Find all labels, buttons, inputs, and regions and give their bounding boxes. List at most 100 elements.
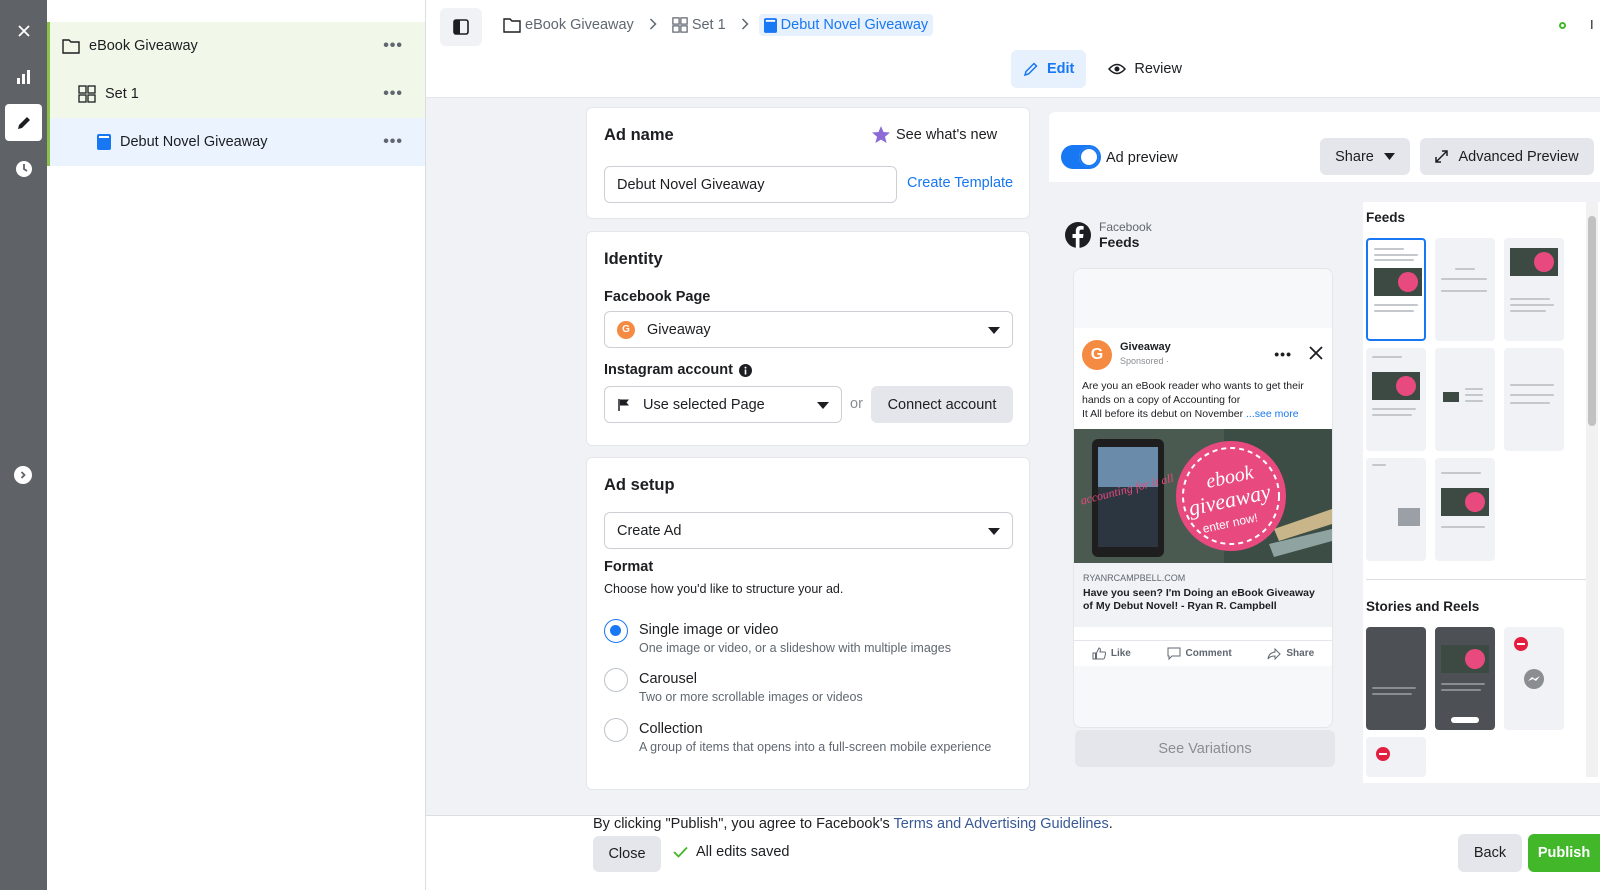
link-preview-bar[interactable]: RYANRCAMPBELL.COM Have you seen? I'm Doi… — [1074, 563, 1332, 627]
breadcrumb: eBook Giveaway Set 1 Debut Novel Giveawa… — [498, 14, 934, 36]
ad-preview-label: Ad preview — [1106, 150, 1178, 166]
ig-label: Instagram account — [604, 362, 733, 378]
tree-item-campaign[interactable]: eBook Giveaway ••• — [47, 22, 425, 70]
format-option-title: Carousel — [639, 671, 698, 687]
fb-page-select[interactable]: G Giveaway — [604, 311, 1013, 348]
whats-new-link[interactable]: See what's new — [872, 126, 997, 143]
blocked-icon — [1514, 637, 1528, 651]
see-variations-button[interactable]: See Variations — [1075, 730, 1335, 767]
placement-thumb[interactable] — [1435, 458, 1495, 561]
tab-review-label: Review — [1134, 61, 1182, 77]
terms-link[interactable]: Terms and Advertising Guidelines — [894, 816, 1109, 832]
ad-icon — [763, 17, 777, 33]
connect-account-button[interactable]: Connect account — [871, 386, 1013, 423]
chevron-right-icon — [741, 17, 749, 33]
edit-pencil-icon[interactable] — [5, 104, 42, 141]
adset-name: Set 1 — [105, 86, 139, 102]
adset-grid-icon — [78, 85, 96, 103]
comment-icon — [1167, 647, 1181, 660]
comment-action[interactable]: Comment — [1167, 647, 1232, 660]
close-icon[interactable] — [1309, 346, 1323, 360]
close-button[interactable]: Close — [593, 836, 661, 872]
folder-icon — [503, 18, 521, 33]
ad-name: Debut Novel Giveaway — [120, 134, 268, 150]
identity-card: Identity Facebook Page G Giveaway Instag… — [586, 231, 1030, 446]
see-more-link[interactable]: ...see more — [1246, 408, 1299, 420]
create-template-link[interactable]: Create Template — [907, 175, 1013, 191]
status-dot-icon — [1559, 22, 1566, 29]
post-text-line: hands on a copy of Accounting for — [1082, 394, 1241, 406]
caret-down-icon — [1383, 153, 1395, 160]
ad-icon — [97, 134, 111, 150]
campaign-name: eBook Giveaway — [89, 38, 198, 54]
comment-label: Comment — [1185, 648, 1232, 659]
bottom-bar: By clicking "Publish", you agree to Face… — [426, 815, 1600, 890]
publish-button[interactable]: Publish — [1528, 834, 1600, 872]
ad-setup-value: Create Ad — [617, 522, 682, 539]
reporting-icon[interactable] — [5, 58, 42, 95]
ig-account-select[interactable]: Use selected Page — [604, 386, 842, 423]
post-more-icon[interactable]: ••• — [1274, 346, 1292, 362]
identity-title: Identity — [604, 250, 663, 268]
placement-thumb[interactable] — [1366, 627, 1426, 730]
ad-preview-toggle[interactable] — [1061, 145, 1101, 169]
tab-edit-label: Edit — [1047, 61, 1075, 77]
placement-label: Feeds — [1099, 234, 1140, 250]
tab-edit[interactable]: Edit — [1011, 50, 1087, 88]
placement-thumb[interactable] — [1435, 348, 1495, 451]
format-option-title: Single image or video — [639, 622, 779, 638]
whats-new-label: See what's new — [896, 126, 998, 143]
stories-title: Stories and Reels — [1366, 599, 1480, 614]
crumb-adset[interactable]: Set 1 — [667, 14, 731, 36]
format-radio-carousel[interactable] — [604, 668, 628, 692]
ad-name-input[interactable]: Debut Novel Giveaway — [604, 166, 897, 203]
placement-thumb[interactable] — [1366, 348, 1426, 451]
placement-thumb[interactable] — [1435, 238, 1495, 341]
ad-setup-select[interactable]: Create Ad — [604, 512, 1013, 549]
placement-thumb[interactable] — [1435, 627, 1495, 730]
disclaimer-suffix: . — [1108, 816, 1113, 832]
format-radio-single[interactable] — [604, 619, 628, 643]
placement-thumb[interactable] — [1366, 238, 1426, 341]
save-status: All edits saved — [673, 844, 790, 860]
adset-grid-icon — [672, 17, 688, 33]
crumb-campaign-label: eBook Giveaway — [525, 17, 634, 33]
share-dropdown-button[interactable]: Share — [1320, 138, 1410, 175]
share-action[interactable]: Share — [1267, 647, 1314, 660]
back-button[interactable]: Back — [1458, 834, 1522, 872]
toggle-sidebar-button[interactable] — [440, 8, 482, 46]
post-sponsored: Sponsored · — [1120, 356, 1170, 366]
close-icon[interactable] — [5, 12, 42, 49]
format-radio-collection[interactable] — [604, 718, 628, 742]
dropdown-caret-icon — [988, 527, 1000, 535]
crumb-campaign[interactable]: eBook Giveaway — [498, 14, 639, 36]
scrollbar-thumb[interactable] — [1588, 216, 1596, 426]
placement-thumb[interactable] — [1366, 737, 1426, 777]
placement-thumb[interactable] — [1366, 458, 1426, 561]
tree-item-adset[interactable]: Set 1 ••• — [47, 70, 425, 118]
crumb-ad[interactable]: Debut Novel Giveaway — [758, 14, 934, 36]
placements-scrollbar[interactable] — [1586, 202, 1598, 777]
format-label: Format — [604, 559, 654, 575]
advanced-preview-button[interactable]: Advanced Preview — [1420, 138, 1594, 175]
more-options-icon[interactable]: ••• — [383, 85, 403, 103]
sidebar-panel-icon — [453, 19, 469, 35]
more-options-icon[interactable]: ••• — [383, 133, 403, 151]
post-page-name: Giveaway — [1120, 341, 1171, 353]
format-option-desc: One image or video, or a slideshow with … — [639, 641, 951, 655]
history-clock-icon[interactable] — [5, 150, 42, 187]
ad-name-card: Ad name See what's new Debut Novel Givea… — [586, 107, 1030, 219]
placement-thumb[interactable] — [1504, 627, 1564, 730]
mobile-preview-frame: G Giveaway Sponsored · ••• Are you an eB… — [1073, 268, 1333, 728]
placement-thumb[interactable] — [1504, 348, 1564, 451]
expand-chevron-icon[interactable] — [14, 466, 32, 484]
like-action[interactable]: Like — [1092, 647, 1131, 660]
placement-thumb[interactable] — [1504, 238, 1564, 341]
tab-review[interactable]: Review — [1096, 50, 1194, 88]
platform-label: Facebook — [1099, 220, 1152, 234]
editor-pane: Ad name See what's new Debut Novel Givea… — [426, 98, 1042, 815]
page-avatar: G — [617, 320, 635, 339]
more-options-icon[interactable]: ••• — [383, 37, 403, 55]
ad-setup-card: Ad setup Create Ad Format Choose how you… — [586, 457, 1030, 790]
tree-item-ad[interactable]: Debut Novel Giveaway ••• — [47, 118, 425, 166]
